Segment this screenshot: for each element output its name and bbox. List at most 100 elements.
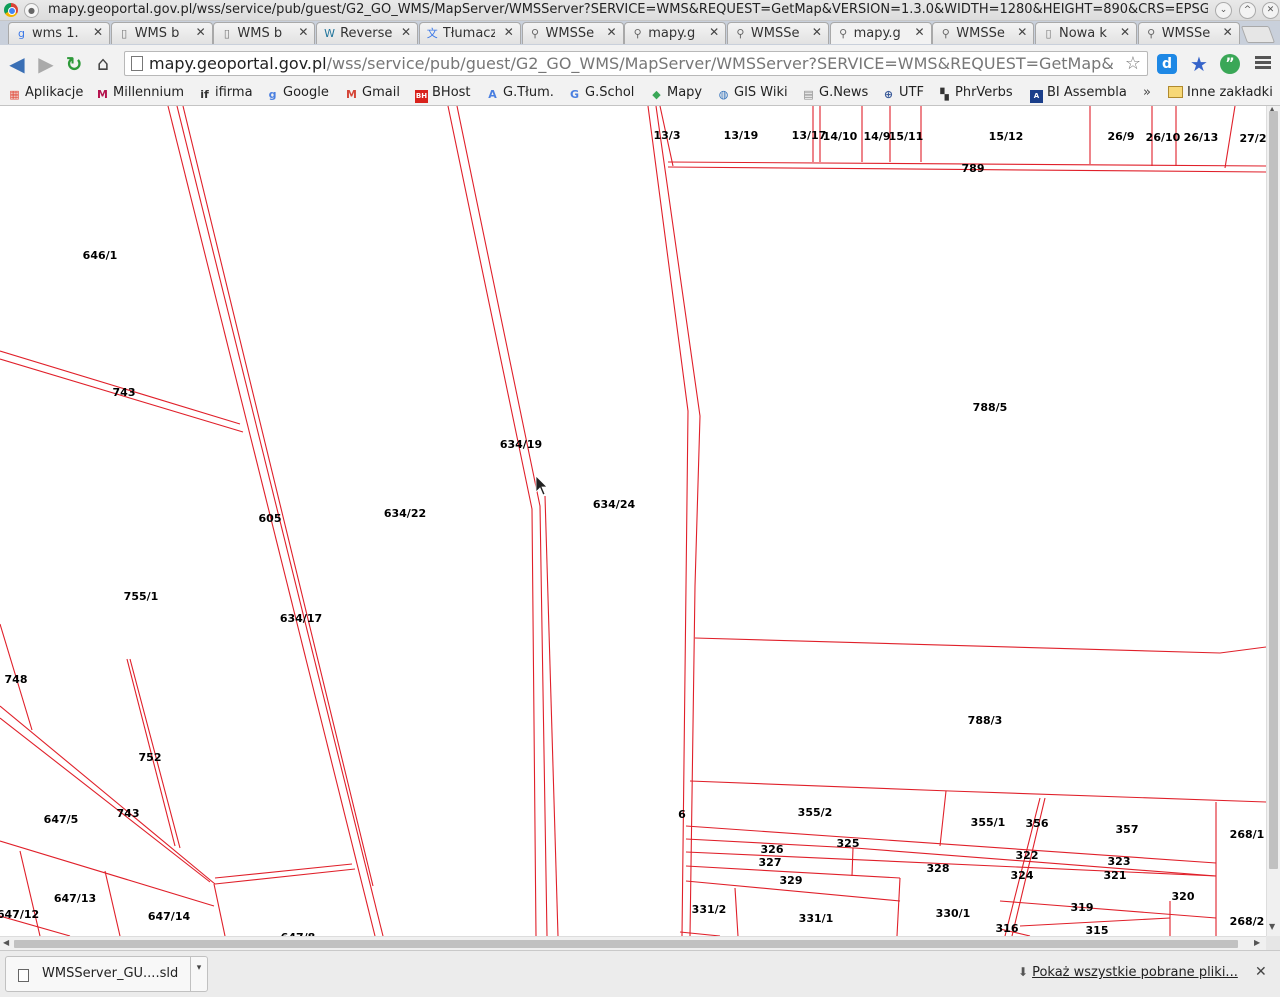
tab-close-icon[interactable]: ✕ [298,25,308,39]
hangouts-icon[interactable]: ” [1220,54,1240,74]
bookmark-label: Mapy [667,85,703,100]
reload-icon[interactable]: ↻ [63,53,85,75]
tab-close-icon[interactable]: ✕ [196,25,206,39]
back-arrow-icon[interactable]: ◀ [6,53,28,75]
star-extension-icon[interactable]: ★ [1189,54,1209,74]
apps-grid-icon: ▦ [9,88,20,101]
horizontal-scrollbar[interactable]: ◀ ▶ [0,936,1266,950]
vertical-scroll-thumb[interactable] [1269,111,1278,869]
tab-1[interactable]: g wms 1. ✕ [8,22,110,44]
tab-close-icon[interactable]: ✕ [709,25,719,39]
bookmark-mapy[interactable]: ◆ Mapy [650,83,702,103]
download-item[interactable]: WMSServer_GU....sld ▾ [5,956,208,992]
window-menu-icon[interactable]: ● [24,3,39,18]
tab-close-icon[interactable]: ✕ [93,25,103,39]
horizontal-scroll-thumb[interactable] [14,940,1238,948]
tab-label: WMS b [134,26,180,41]
m-icon: M [97,88,108,101]
scroll-down-icon[interactable]: ▼ [1269,922,1275,931]
parcel-label: 315 [1086,924,1109,936]
parcel-label: 605 [259,512,282,525]
bookmark-g-t-um-[interactable]: A G.Tłum. [486,83,554,103]
download-shelf: WMSServer_GU....sld ▾ ⬇ Pokaż wszystkie p… [0,950,1280,997]
bookmark-millennium[interactable]: M Millennium [96,83,184,103]
tab-10[interactable]: ⚲ WMSSe ✕ [932,22,1035,44]
address-bar[interactable]: mapy.geoportal.gov.pl/wss/service/pub/gu… [124,51,1148,76]
parcel-label: 321 [1104,869,1127,882]
tab-2[interactable]: ▯ WMS b ✕ [110,22,213,44]
parcel-label: 27/2 [1240,132,1266,145]
bookmark-star-icon[interactable]: ☆ [1125,53,1141,74]
tab-close-icon[interactable]: ✕ [812,25,822,39]
bookmark-g-news[interactable]: ▤ G.News [802,83,868,103]
bookmark-label: Aplikacje [25,85,84,100]
bookmarks-overflow-button[interactable]: » [1143,83,1151,103]
wms-icon: ⚲ [530,27,540,40]
new-tab-button[interactable] [1240,26,1276,43]
maximize-button[interactable]: ^ [1239,2,1256,19]
parcel-boundary-line [0,840,215,907]
bookmark-label: BI Assembla [1047,85,1127,100]
forward-arrow-icon[interactable]: ▶ [35,53,57,75]
bh-icon: BH [415,90,428,103]
parcel-boundary-line [182,106,374,887]
parcel-label: 748 [5,673,28,686]
minimize-button[interactable]: ⌄ [1215,2,1232,19]
parcel-label: 320 [1172,890,1195,903]
bookmark-label: ifirma [215,85,253,100]
show-all-downloads-link[interactable]: ⬇ Pokaż wszystkie pobrane pliki... [1018,965,1238,980]
other-bookmarks-folder[interactable]: Inne zakładki [1168,83,1273,103]
close-icon[interactable]: ✕ [1255,964,1267,980]
tab-close-icon[interactable]: ✕ [1223,25,1233,39]
tab-6[interactable]: ⚲ WMSSe ✕ [521,22,624,44]
tab-close-icon[interactable]: ✕ [915,25,925,39]
vertical-scrollbar[interactable]: ▲ ▼ [1266,105,1280,936]
tab-close-icon[interactable]: ✕ [504,25,514,39]
tab-close-icon[interactable]: ✕ [1120,25,1130,39]
parcel-label: 322 [1016,849,1039,862]
wms-map-view[interactable]: 13/3 13/19 13/17 14/10 14/9 15/11 15/12 26/9 26/… [0,106,1266,936]
tab-close-icon[interactable]: ✕ [606,25,616,39]
chrome-menu-icon[interactable] [1255,54,1271,72]
tab-7[interactable]: ⚲ mapy.g ✕ [624,22,727,44]
parcel-label: 327 [759,856,782,869]
tab-11[interactable]: ▯ Nowa k ✕ [1035,22,1137,44]
parcel-label: 15/11 [889,130,924,143]
parcel-label: 647/5 [44,813,79,826]
tab-4[interactable]: W Reverse ✕ [316,22,419,44]
parcel-boundary-line [851,847,854,877]
tab-label: WMS b [237,26,283,41]
parcel-label: 646/1 [83,249,118,262]
tab-label: WMSSe [956,26,1005,41]
tab-3[interactable]: ▯ WMS b ✕ [213,22,316,44]
close-window-button[interactable]: ✕ [1262,2,1279,19]
bookmark-aplikacje[interactable]: ▦ Aplikacje [8,83,83,103]
chevron-down-icon[interactable]: ▾ [190,957,207,991]
extension-d-icon[interactable]: d [1157,54,1177,74]
tab-9[interactable]: ⚲ mapy.g ✕ [829,22,932,44]
bookmark-bhost[interactable]: BH BHost [415,83,471,103]
parcel-label: 13/17 [792,129,827,142]
tab-close-icon[interactable]: ✕ [1017,25,1027,39]
scroll-right-icon[interactable]: ▶ [1254,938,1260,947]
folder-icon [1168,86,1183,98]
bookmark-utf[interactable]: ⊕ UTF [882,83,924,103]
bookmark-ifirma[interactable]: if ifirma [198,83,253,103]
bookmark-gmail[interactable]: M Gmail [345,83,400,103]
bookmark-google[interactable]: g Google [266,83,329,103]
scroll-left-icon[interactable]: ◀ [3,938,9,947]
parcel-label: 755/1 [124,590,159,603]
tab-close-icon[interactable]: ✕ [401,25,411,39]
bookmark-g-schol[interactable]: G G.Schol [568,83,634,103]
bookmark-phrverbs[interactable]: ▚ PhrVerbs [938,83,1012,103]
tab-8[interactable]: ⚲ WMSSe ✕ [726,22,829,44]
url-text[interactable]: mapy.geoportal.gov.pl/wss/service/pub/gu… [149,54,1113,73]
tab-5[interactable]: 文 Tłumacz ✕ [418,22,521,44]
bookmark-bi-assembla[interactable]: A BI Assembla [1030,83,1127,103]
home-icon[interactable]: ⌂ [92,53,114,75]
parcel-label: 647/13 [54,892,96,905]
bookmark-gis-wiki[interactable]: ◍ GIS Wiki [717,83,788,103]
cadastral-map[interactable]: 13/3 13/19 13/1714/10 14/915/11 15/12 26/9 26/… [0,106,1266,936]
tab-12[interactable]: ⚲ WMSSe ✕ [1137,22,1240,44]
tab-label: Nowa k [1059,26,1107,41]
